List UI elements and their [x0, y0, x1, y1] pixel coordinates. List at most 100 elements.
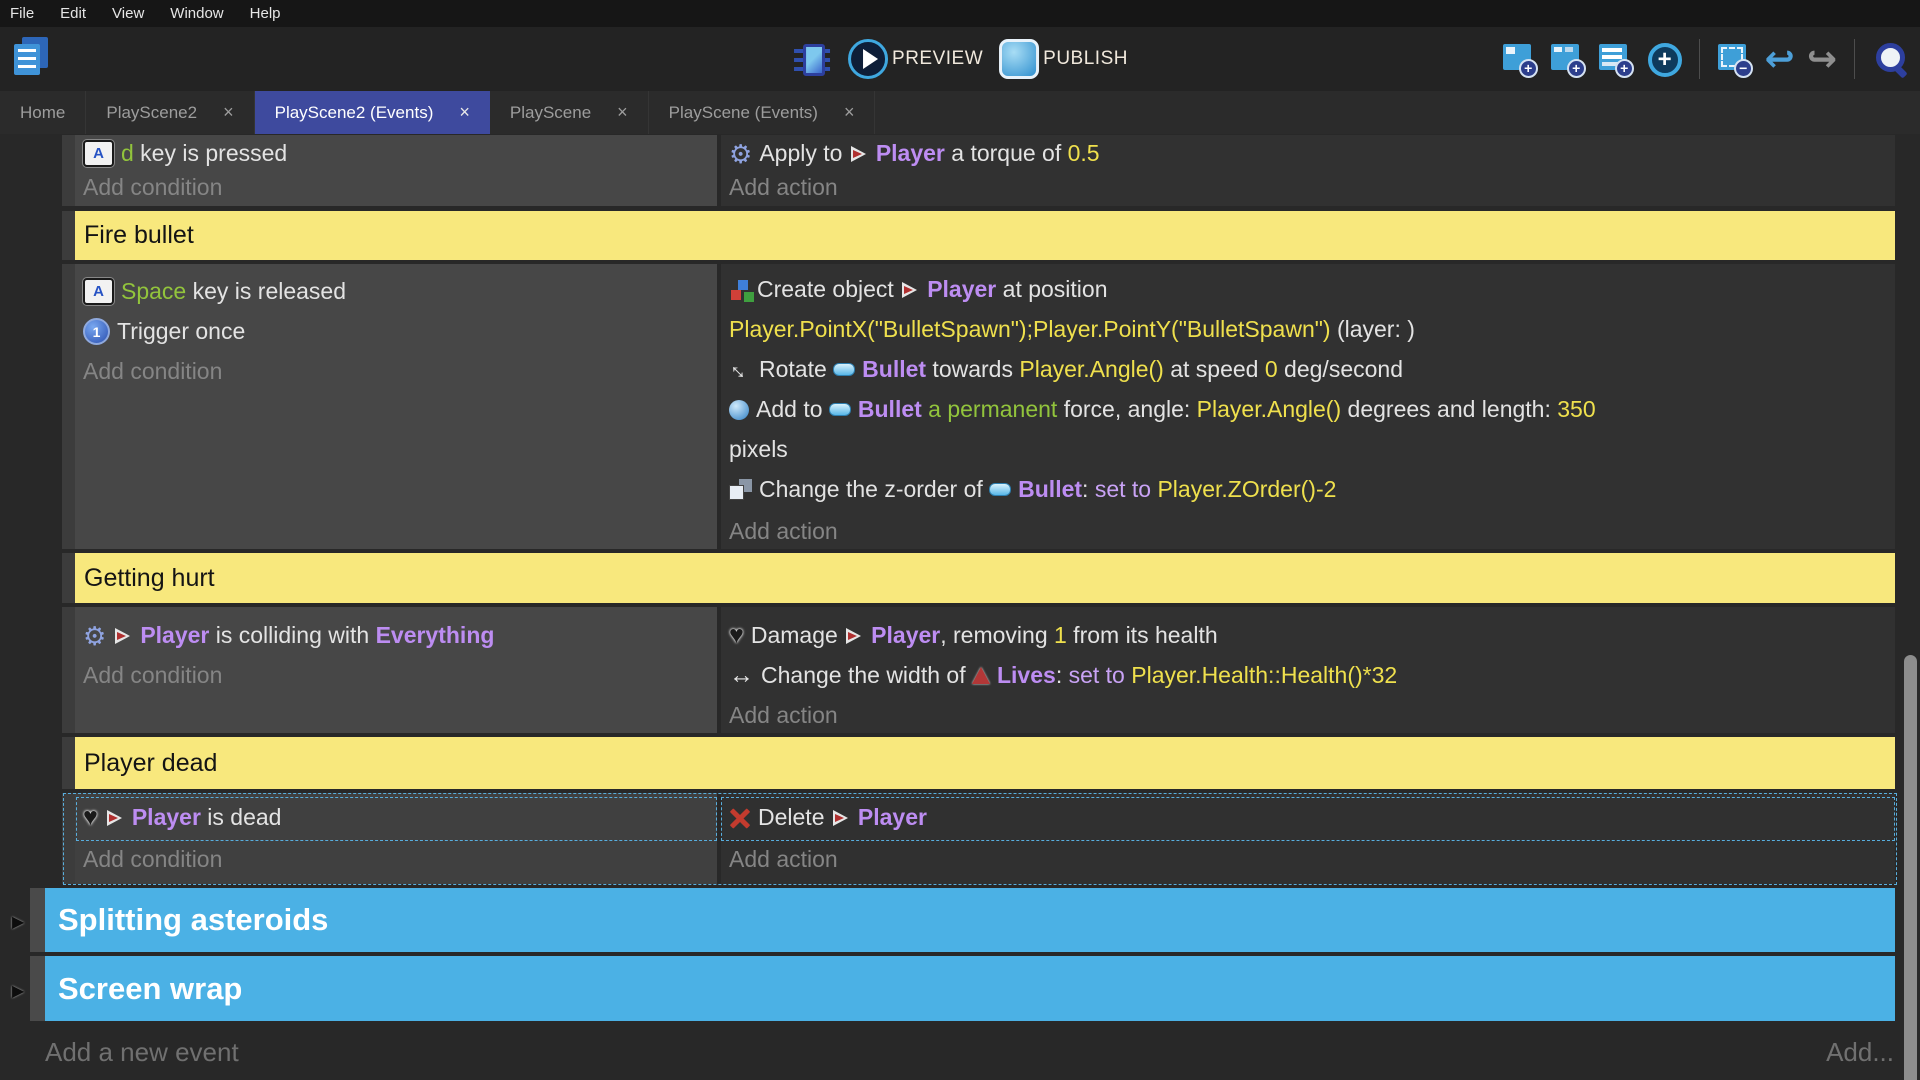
expand-arrow-icon[interactable]: ▶	[12, 912, 24, 932]
group-row[interactable]: Screen wrap	[45, 956, 1895, 1021]
action-line[interactable]: ↔ Change the width of Lives: set to Play…	[729, 660, 1397, 691]
redo-icon[interactable]: ↪	[1807, 40, 1837, 78]
actions-cell: ⚙ Apply to Player a torque of 0.5 Add ac…	[721, 135, 1895, 206]
tab-label: Home	[20, 103, 65, 123]
condition-line[interactable]: A d key is pressed	[83, 138, 287, 169]
event-drag-handle[interactable]	[62, 264, 75, 549]
preview-label: PREVIEW	[892, 48, 983, 70]
toolbar: PREVIEW PUBLISH + + + + − ↩ ↪	[0, 27, 1920, 91]
action-line-wrap[interactable]: pixels	[729, 434, 788, 465]
toolbar-center: PREVIEW PUBLISH	[792, 39, 1128, 79]
group-drag-handle[interactable]	[30, 956, 45, 1021]
tab-playscene2-events[interactable]: PlayScene2 (Events) ×	[255, 91, 490, 134]
event-drag-handle[interactable]	[62, 211, 75, 260]
group-row[interactable]: Splitting asteroids	[45, 888, 1895, 952]
add-action-button[interactable]: Add action	[729, 172, 838, 203]
bullet-object-icon	[829, 403, 851, 416]
action-line[interactable]: Delete Player	[729, 802, 927, 833]
menu-bar: File Edit View Window Help	[0, 0, 1920, 27]
add-action-button[interactable]: Add action	[729, 700, 838, 731]
bullet-object-icon	[989, 483, 1011, 496]
toolbar-separator	[1699, 39, 1700, 79]
player-object-icon	[900, 280, 920, 300]
comment-row[interactable]: Fire bullet	[75, 211, 1895, 260]
action-line[interactable]: ↔ Rotate Bullet towards Player.Angle() a…	[729, 354, 1403, 385]
tab-home[interactable]: Home	[0, 91, 86, 134]
event-drag-handle[interactable]	[62, 793, 75, 884]
add-new-event-button[interactable]: Add a new event	[45, 1037, 239, 1068]
close-icon[interactable]: ×	[617, 102, 628, 123]
plus-circle-icon: +	[1648, 43, 1682, 77]
add-condition-button[interactable]: Add condition	[83, 356, 222, 387]
player-object-icon	[849, 144, 869, 164]
add-other-event-button[interactable]: +	[1646, 40, 1682, 78]
close-icon[interactable]: ×	[844, 102, 855, 123]
group-drag-handle[interactable]	[30, 888, 45, 952]
publish-button[interactable]: PUBLISH	[999, 39, 1128, 79]
comment-row[interactable]: Player dead	[75, 737, 1895, 789]
menu-window[interactable]: Window	[157, 5, 236, 22]
action-line[interactable]: Change the z-order of Bullet: set to Pla…	[729, 474, 1336, 505]
search-icon[interactable]	[1872, 40, 1910, 78]
force-icon	[729, 400, 749, 420]
menu-edit[interactable]: Edit	[47, 5, 99, 22]
project-manager-icon[interactable]	[10, 37, 54, 81]
action-line[interactable]: ⚙ Apply to Player a torque of 0.5	[729, 138, 1100, 169]
event-drag-handle[interactable]	[62, 135, 75, 206]
add-subevent-button[interactable]: +	[1550, 40, 1586, 78]
toolbar-right: + + + + − ↩ ↪	[1502, 39, 1910, 79]
preview-button[interactable]: PREVIEW	[848, 39, 983, 79]
tab-bar: Home PlayScene2× PlayScene2 (Events) × Pl…	[0, 91, 1920, 134]
tab-playscene2[interactable]: PlayScene2×	[86, 91, 254, 134]
menu-help[interactable]: Help	[237, 5, 294, 22]
condition-line[interactable]: ♥ Player is dead	[83, 802, 281, 833]
player-object-icon	[113, 626, 133, 646]
publish-label: PUBLISH	[1043, 48, 1128, 70]
event-drag-handle[interactable]	[62, 607, 75, 733]
delete-selection-button[interactable]: −	[1717, 40, 1753, 78]
add-condition-button[interactable]: Add condition	[83, 844, 222, 875]
add-more-button[interactable]: Add...	[1826, 1037, 1894, 1068]
add-condition-button[interactable]: Add condition	[83, 660, 222, 691]
debug-icon[interactable]	[792, 39, 832, 79]
menu-view[interactable]: View	[99, 5, 157, 22]
lives-object-icon	[972, 667, 990, 684]
add-condition-button[interactable]: Add condition	[83, 172, 222, 203]
actions-cell: Create object Player at position Player.…	[721, 264, 1895, 549]
menu-file[interactable]: File	[0, 5, 47, 22]
event-drag-handle[interactable]	[62, 737, 75, 789]
delete-x-icon	[729, 807, 751, 829]
condition-line[interactable]: 1 Trigger once	[83, 316, 245, 347]
action-line[interactable]: Create object Player at position	[729, 274, 1108, 305]
condition-line[interactable]: ⚙ Player is colliding with Everything	[83, 620, 494, 651]
add-event-button[interactable]: +	[1502, 40, 1538, 78]
add-comment-button[interactable]: +	[1598, 40, 1634, 78]
tab-label: PlayScene2 (Events)	[275, 103, 434, 123]
action-line[interactable]: Add to Bullet a permanent force, angle: …	[729, 394, 1596, 425]
action-line[interactable]: ♥ Damage Player, removing 1 from its hea…	[729, 620, 1218, 651]
comment-row[interactable]: Getting hurt	[75, 553, 1895, 603]
vertical-scrollbar[interactable]	[1904, 655, 1917, 1080]
close-icon[interactable]: ×	[223, 102, 234, 123]
plus-badge-icon: +	[1567, 59, 1586, 78]
tab-playscene[interactable]: PlayScene×	[490, 91, 649, 134]
expand-arrow-icon[interactable]: ▶	[12, 981, 24, 1001]
conditions-cell: A Space key is released 1 Trigger once A…	[75, 264, 717, 549]
close-icon[interactable]: ×	[459, 102, 470, 123]
bullet-object-icon	[833, 363, 855, 376]
event-drag-handle[interactable]	[62, 553, 75, 603]
physics-gear-icon: ⚙	[83, 623, 106, 649]
physics-gear-icon: ⚙	[729, 141, 752, 167]
play-icon	[848, 39, 888, 79]
undo-icon[interactable]: ↩	[1765, 40, 1795, 78]
add-action-button[interactable]: Add action	[729, 844, 838, 875]
tab-label: PlayScene (Events)	[669, 103, 818, 123]
width-arrows-icon: ↔	[729, 661, 754, 690]
tab-playscene-events[interactable]: PlayScene (Events) ×	[649, 91, 876, 134]
plus-badge-icon: +	[1519, 59, 1538, 78]
condition-line[interactable]: A Space key is released	[83, 276, 346, 307]
action-line-wrap[interactable]: Player.PointX("BulletSpawn");Player.Poin…	[729, 314, 1415, 345]
conditions-cell: ⚙ Player is colliding with Everything Ad…	[75, 607, 717, 733]
add-action-button[interactable]: Add action	[729, 516, 838, 547]
conditions-cell: A d key is pressed Add condition	[75, 135, 717, 206]
